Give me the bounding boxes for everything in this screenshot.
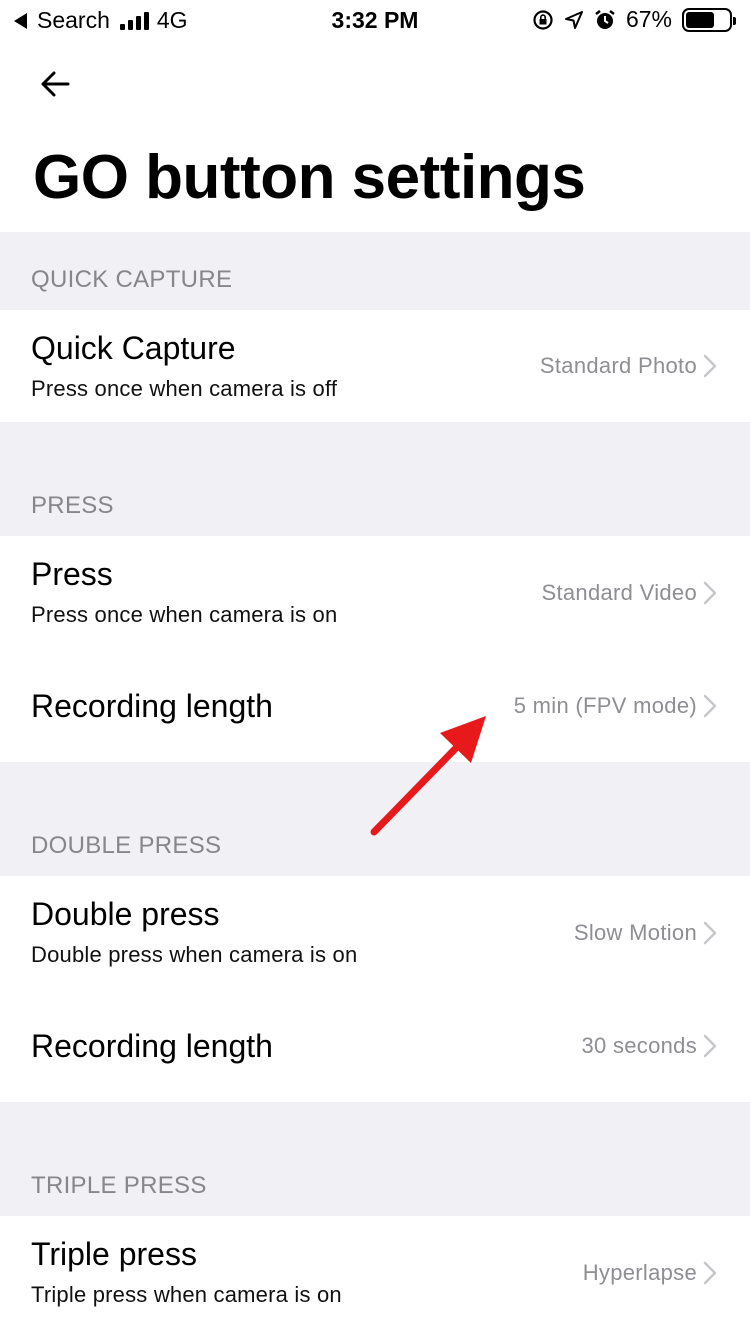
section-label: DOUBLE PRESS <box>31 832 222 859</box>
section-header-triple-press: TRIPLE PRESS <box>0 1136 750 1216</box>
status-icons: 67% <box>532 6 736 33</box>
row-double-press-recording-length[interactable]: Recording length 30 seconds <box>0 990 750 1102</box>
settings-list: QUICK CAPTURE Quick Capture Press once w… <box>0 232 750 1334</box>
row-value: Standard Video <box>541 580 697 605</box>
location-icon <box>564 10 583 29</box>
battery-icon <box>682 7 736 32</box>
row-value: 30 seconds <box>581 1033 697 1058</box>
row-value: Standard Photo <box>539 353 697 378</box>
section-header-double-press: DOUBLE PRESS <box>0 796 750 876</box>
chevron-right-icon <box>703 310 717 422</box>
row-value: Slow Motion <box>573 920 697 945</box>
section-label: PRESS <box>31 492 114 519</box>
row-title: Quick Capture <box>31 330 236 366</box>
row-quick-capture[interactable]: Quick Capture Press once when camera is … <box>0 310 750 422</box>
chevron-right-icon <box>703 990 717 1102</box>
row-press-recording-length[interactable]: Recording length 5 min (FPV mode) <box>0 650 750 762</box>
alarm-icon <box>595 9 615 29</box>
row-value: Hyperlapse <box>582 1260 697 1285</box>
row-subtitle: Triple press when camera is on <box>31 1282 342 1307</box>
section-label: TRIPLE PRESS <box>31 1172 207 1199</box>
chevron-right-icon <box>703 650 717 762</box>
back-arrow-icon[interactable] <box>38 66 74 102</box>
row-triple-press[interactable]: Triple press Triple press when camera is… <box>0 1216 750 1334</box>
row-subtitle: Press once when camera is on <box>31 602 338 627</box>
row-title: Recording length <box>31 687 273 724</box>
page-title: GO button settings <box>33 143 586 212</box>
rotation-lock-icon <box>533 9 553 30</box>
row-title: Triple press <box>31 1236 197 1272</box>
battery-fill <box>686 11 715 28</box>
row-value: 5 min (FPV mode) <box>513 693 697 718</box>
chevron-right-icon <box>703 1216 717 1330</box>
battery-percent: 67% <box>625 6 672 32</box>
row-subtitle: Press once when camera is off <box>31 376 338 401</box>
section-header-press: PRESS <box>0 456 750 536</box>
row-title: Double press <box>31 896 220 932</box>
section-header-quick-capture: QUICK CAPTURE <box>0 232 750 310</box>
status-bar: Search 4G 3:32 PM 67% <box>0 0 750 40</box>
row-double-press[interactable]: Double press Double press when camera is… <box>0 876 750 990</box>
chevron-right-icon <box>703 876 717 990</box>
row-title: Recording length <box>31 1027 273 1064</box>
chevron-right-icon <box>703 536 717 650</box>
row-title: Press <box>31 556 113 592</box>
section-label: QUICK CAPTURE <box>31 266 233 293</box>
row-press[interactable]: Press Press once when camera is on Stand… <box>0 536 750 650</box>
row-subtitle: Double press when camera is on <box>31 942 358 967</box>
